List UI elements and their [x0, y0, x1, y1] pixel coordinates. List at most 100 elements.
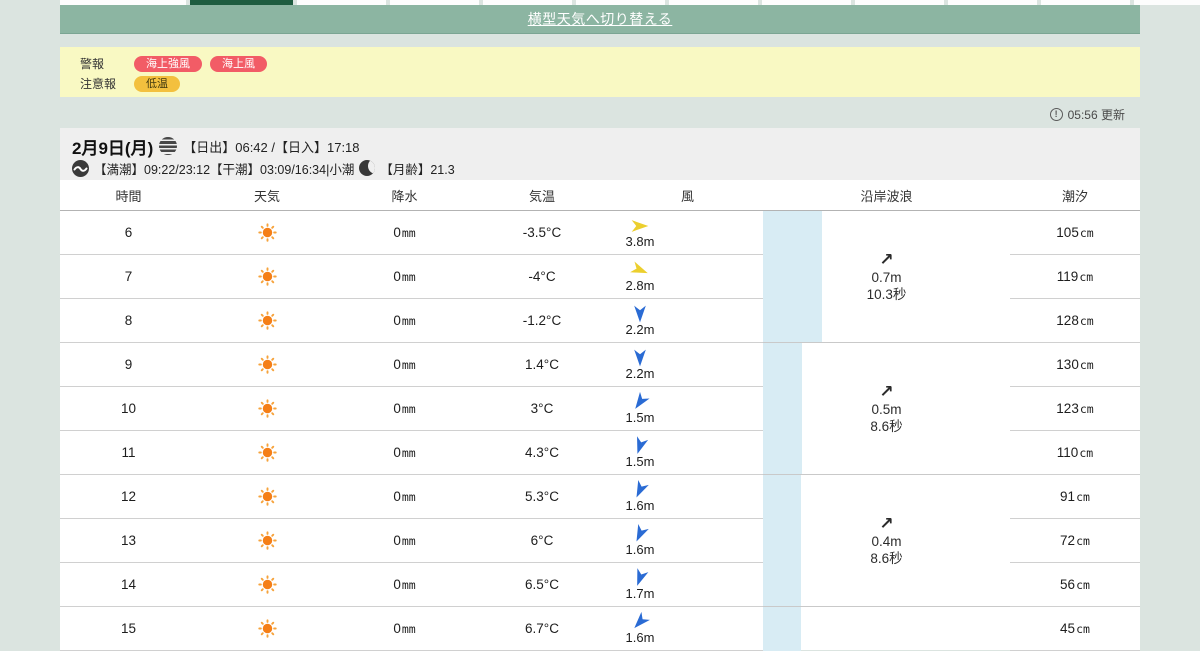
info-icon: !	[1049, 107, 1063, 121]
advisory-badge-low-temp: 低温	[134, 75, 180, 92]
weather-cell	[197, 211, 337, 255]
time-cell: 9	[60, 343, 197, 387]
date-header: 2月9日(月) 【日出】06:42 /【日入】17:18 【満潮】09:22/2…	[60, 128, 1140, 180]
alert-box: 警報 海上強風 海上風 注意報 低温	[60, 47, 1140, 97]
wave-icon	[72, 159, 89, 177]
temp-cell: 6°C	[472, 519, 612, 563]
weather-cell	[197, 519, 337, 563]
sunny-icon	[257, 487, 277, 506]
temp-cell: -1.2°C	[472, 299, 612, 343]
forecast-card: 2月9日(月) 【日出】06:42 /【日入】17:18 【満潮】09:22/2…	[60, 128, 1140, 651]
view-switch-bar: 横型天気へ切り替える	[60, 5, 1140, 34]
col-header-coastal-wave: 沿岸波浪	[860, 188, 913, 204]
time-cell: 7	[60, 255, 197, 299]
tide-cell: 110 cm	[1010, 431, 1140, 475]
weather-cell	[197, 431, 337, 475]
top-tab[interactable]	[1134, 0, 1200, 5]
precip-cell: 0 mm	[337, 387, 472, 431]
tide-cell: 72 cm	[1010, 519, 1140, 563]
weather-cell	[197, 607, 337, 651]
tide-cell: 128 cm	[1010, 299, 1140, 343]
weather-cell	[197, 563, 337, 607]
switch-to-horizontal-link[interactable]: 横型天気へ切り替える	[528, 9, 673, 29]
precip-cell: 0 mm	[337, 563, 472, 607]
sunny-icon	[257, 399, 277, 418]
sunny-icon	[257, 575, 277, 594]
wave-period-value: 8.6秒	[870, 551, 903, 567]
temp-cell: 4.3°C	[472, 431, 612, 475]
temp-cell: 6.5°C	[472, 563, 612, 607]
time-cell: 10	[60, 387, 197, 431]
temp-cell: 5.3°C	[472, 475, 612, 519]
col-header-wind: 風	[680, 188, 694, 204]
time-cell: 6	[60, 211, 197, 255]
wave-direction-arrow-icon: ↗	[879, 514, 894, 533]
wind-cell: 1.6m	[612, 607, 763, 651]
sunny-icon	[257, 223, 277, 242]
warning-label: 警報	[80, 57, 105, 71]
moon-phase-icon	[359, 160, 376, 176]
moon-age-text: 【月齢】21.3	[380, 162, 455, 177]
tide-cell: 119 cm	[1010, 255, 1140, 299]
time-cell: 8	[60, 299, 197, 343]
time-cell: 14	[60, 563, 197, 607]
temp-cell: 6.7°C	[472, 607, 612, 651]
update-time-text: 05:56 更新	[1067, 107, 1125, 122]
wind-cell: 1.6m	[612, 519, 763, 563]
weather-cell	[197, 387, 337, 431]
weather-cell	[197, 255, 337, 299]
col-header-precip: 降水	[391, 188, 418, 204]
wind-cell: 2.2m	[612, 343, 763, 387]
tide-cell: 130 cm	[1010, 343, 1140, 387]
sunny-icon	[257, 311, 277, 330]
wave-period-value: 8.6秒	[870, 419, 903, 435]
wind-direction-arrow	[631, 220, 649, 232]
tide-times-text: 【満潮】09:22/23:12【干潮】03:09/16:34|小潮	[94, 162, 355, 177]
weather-cell	[197, 299, 337, 343]
wave-direction-arrow-icon: ↗	[879, 382, 894, 401]
time-cell: 12	[60, 475, 197, 519]
tide-cell: 45 cm	[1010, 607, 1140, 651]
table-body: 6 0 mm -3.5°C 3.8m 105 cm 7 0 mm -4°C 2.…	[60, 211, 1140, 651]
wave-height-bar	[763, 475, 801, 606]
wind-cell: 2.8m	[612, 255, 763, 299]
warning-badge-sea-wind: 海上風	[210, 55, 267, 72]
wave-height-value: 0.5m	[871, 402, 902, 418]
precip-cell: 0 mm	[337, 519, 472, 563]
precip-cell: 0 mm	[337, 211, 472, 255]
wave-height-value: 0.4m	[871, 534, 902, 550]
col-header-time: 時間	[115, 188, 142, 204]
wave-period-value: 10.3秒	[866, 287, 907, 303]
time-cell: 13	[60, 519, 197, 563]
wave-height-bar	[763, 343, 802, 474]
wave-direction-arrow-icon: ↗	[879, 250, 894, 269]
weather-cell	[197, 343, 337, 387]
wind-cell: 1.7m	[612, 563, 763, 607]
wind-direction-arrow	[634, 349, 646, 367]
tide-cell: 105 cm	[1010, 211, 1140, 255]
sunny-icon	[257, 619, 277, 638]
coastal-wave-group: ↗ 0.7m 10.3秒	[763, 211, 1010, 343]
warning-badge-sea-strong-wind: 海上強風	[134, 55, 202, 72]
tide-cell: 123 cm	[1010, 387, 1140, 431]
coastal-wave-column: ↗ 0.7m 10.3秒 ↗ 0.5m 8.6秒 ↗ 0.4m 8.6秒	[763, 211, 1010, 651]
wind-cell: 1.6m	[612, 475, 763, 519]
tide-cell: 91 cm	[1010, 475, 1140, 519]
precip-cell: 0 mm	[337, 299, 472, 343]
sunny-icon	[257, 443, 277, 462]
precip-cell: 0 mm	[337, 431, 472, 475]
wind-cell: 1.5m	[612, 387, 763, 431]
time-cell: 11	[60, 431, 197, 475]
precip-cell: 0 mm	[337, 343, 472, 387]
wave-height-value: 0.7m	[871, 270, 902, 286]
wave-height-bar	[763, 211, 822, 342]
temp-cell: 1.4°C	[472, 343, 612, 387]
coastal-wave-group	[763, 607, 1010, 651]
coastal-wave-group: ↗ 0.5m 8.6秒	[763, 343, 1010, 475]
advisory-label: 注意報	[80, 77, 117, 91]
sunny-icon	[257, 267, 277, 286]
col-header-temp: 気温	[528, 188, 555, 204]
wind-direction-arrow	[634, 305, 646, 323]
precip-cell: 0 mm	[337, 255, 472, 299]
wind-cell: 2.2m	[612, 299, 763, 343]
